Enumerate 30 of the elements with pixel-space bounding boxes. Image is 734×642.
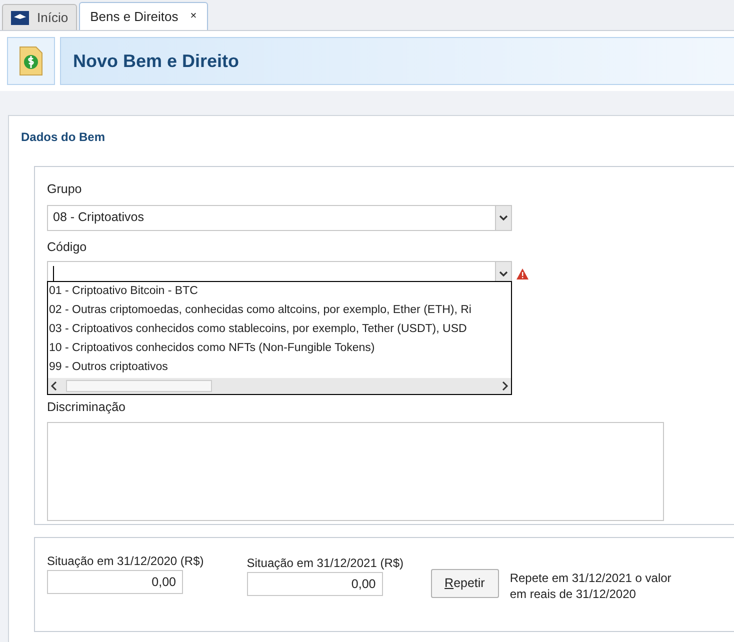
field-label: Situação em 31/12/2021 (R$) [246, 555, 404, 572]
tab-label: Bens e Direitos [90, 8, 178, 26]
dropdown-option[interactable]: 02 - Outras criptomoedas, conhecidas como altcoins, por exemplo, Ether (ETH), Ri [48, 301, 472, 320]
field-label: Grupo [47, 181, 83, 198]
dropdown-button[interactable] [495, 206, 511, 230]
money-document-icon [19, 46, 43, 76]
field-label: Discriminação [47, 398, 126, 416]
dropdown-option[interactable]: 03 - Criptoativos conhecidos como stablecoins, por exemplo, Tether (USDT), USD [48, 320, 467, 339]
dropdown-option[interactable]: 10 - Criptoativos conhecidos como NFTs (Non-Fungible Tokens) [48, 339, 375, 358]
chevron-down-icon [499, 270, 508, 276]
logo-icon [11, 10, 29, 24]
tab[interactable]: Bens e Direitos × [79, 2, 208, 30]
dropdown-option[interactable]: 01 - Criptoativo Bitcoin - BTC [48, 282, 198, 301]
field-label: Situação em 31/12/2020 (R$) [47, 553, 204, 570]
page-title: Novo Bem e Direito [73, 50, 240, 72]
close-button[interactable]: × [190, 8, 197, 25]
scroll-left-icon[interactable] [50, 381, 58, 391]
tab-label: Início [37, 8, 68, 27]
amount-field[interactable]: 0,00 [246, 572, 383, 596]
field-label: Código [47, 238, 88, 256]
repeat-button[interactable]: Repetir [430, 569, 499, 598]
chevron-down-icon [499, 214, 508, 221]
amount-field[interactable]: 0,00 [47, 570, 183, 594]
group-select[interactable]: 08 - Criptoativos [47, 204, 512, 231]
dropdown-option[interactable]: 99 - Outros criptoativos [48, 358, 168, 377]
tab[interactable]: Início [2, 4, 78, 30]
section-title: Dados do Bem [21, 129, 106, 146]
scroll-right-icon[interactable] [501, 381, 509, 391]
repeat-hint: Repete em 31/12/2021 o valor em reais de 31/12/2020 [510, 570, 672, 602]
scrollbar-thumb[interactable] [66, 380, 212, 392]
